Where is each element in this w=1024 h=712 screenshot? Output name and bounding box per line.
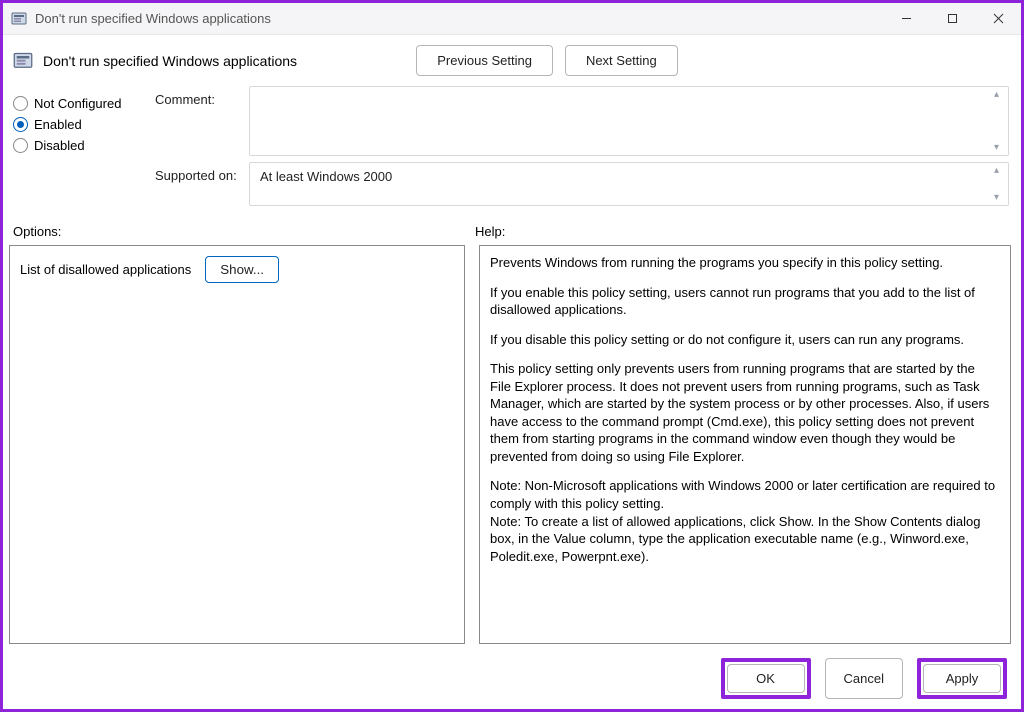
radio-disabled[interactable]: Disabled bbox=[13, 138, 143, 153]
radio-label: Enabled bbox=[34, 117, 82, 132]
policy-editor-window: Don't run specified Windows applications… bbox=[0, 0, 1024, 712]
supported-on-value: At least Windows 2000 bbox=[260, 169, 392, 184]
next-setting-button[interactable]: Next Setting bbox=[565, 45, 678, 76]
help-text: If you enable this policy setting, users… bbox=[490, 284, 998, 319]
help-label: Help: bbox=[475, 224, 1009, 239]
radio-icon bbox=[13, 96, 28, 111]
supported-label: Supported on: bbox=[155, 162, 241, 183]
config-row: Not Configured Enabled Disabled Comment:… bbox=[3, 82, 1021, 214]
policy-icon bbox=[13, 51, 33, 71]
cancel-button[interactable]: Cancel bbox=[825, 658, 903, 699]
show-button[interactable]: Show... bbox=[205, 256, 279, 283]
close-button[interactable] bbox=[975, 3, 1021, 35]
ok-button[interactable]: OK bbox=[727, 664, 805, 693]
help-text: Note: To create a list of allowed applic… bbox=[490, 513, 998, 566]
options-label: Options: bbox=[13, 224, 475, 239]
footer-buttons: OK Cancel Apply bbox=[3, 650, 1021, 709]
scroll-down-icon[interactable]: ▾ bbox=[994, 192, 1004, 203]
panels: List of disallowed applications Show... … bbox=[3, 245, 1021, 650]
scroll-down-icon[interactable]: ▾ bbox=[994, 142, 1004, 153]
comment-textarea[interactable]: ▴ ▾ bbox=[249, 86, 1009, 156]
radio-icon bbox=[13, 117, 28, 132]
apply-button[interactable]: Apply bbox=[923, 664, 1001, 693]
previous-setting-button[interactable]: Previous Setting bbox=[416, 45, 553, 76]
policy-icon bbox=[11, 11, 27, 27]
state-radio-group: Not Configured Enabled Disabled bbox=[13, 86, 143, 206]
help-text: Prevents Windows from running the progra… bbox=[490, 254, 998, 272]
scroll-up-icon[interactable]: ▴ bbox=[994, 89, 1004, 100]
radio-enabled[interactable]: Enabled bbox=[13, 117, 143, 132]
supported-on-box: At least Windows 2000 ▴ ▾ bbox=[249, 162, 1009, 206]
maximize-button[interactable] bbox=[929, 3, 975, 35]
titlebar: Don't run specified Windows applications bbox=[3, 3, 1021, 35]
section-labels: Options: Help: bbox=[3, 214, 1021, 245]
policy-name: Don't run specified Windows applications bbox=[43, 53, 297, 69]
radio-label: Not Configured bbox=[34, 96, 121, 111]
minimize-button[interactable] bbox=[883, 3, 929, 35]
ok-highlight: OK bbox=[721, 658, 811, 699]
heading-row: Don't run specified Windows applications… bbox=[3, 35, 1021, 82]
comment-label: Comment: bbox=[155, 86, 241, 107]
radio-not-configured[interactable]: Not Configured bbox=[13, 96, 143, 111]
help-text: If you disable this policy setting or do… bbox=[490, 331, 998, 349]
radio-icon bbox=[13, 138, 28, 153]
scroll-up-icon[interactable]: ▴ bbox=[994, 165, 1004, 176]
options-panel: List of disallowed applications Show... bbox=[9, 245, 465, 644]
disallowed-apps-label: List of disallowed applications bbox=[20, 262, 191, 277]
radio-label: Disabled bbox=[34, 138, 85, 153]
help-text: This policy setting only prevents users … bbox=[490, 360, 998, 465]
apply-highlight: Apply bbox=[917, 658, 1007, 699]
help-text: Note: Non-Microsoft applications with Wi… bbox=[490, 477, 998, 512]
window-title: Don't run specified Windows applications bbox=[35, 11, 883, 26]
help-panel: Prevents Windows from running the progra… bbox=[479, 245, 1011, 644]
